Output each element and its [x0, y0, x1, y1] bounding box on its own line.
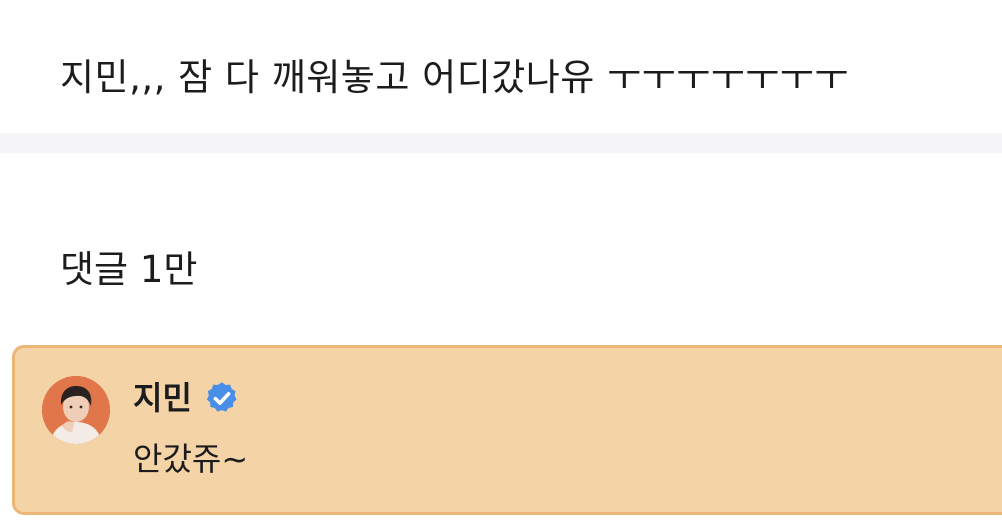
- avatar[interactable]: [42, 376, 110, 444]
- comments-count-header: 댓글 1만: [60, 248, 198, 291]
- section-divider: [0, 133, 1002, 153]
- pinned-comment-card[interactable]: 지민 안갔쥬~: [12, 345, 1002, 515]
- avatar-image: [42, 376, 110, 444]
- comment-author-row: 지민: [133, 375, 240, 421]
- comment-author-name[interactable]: 지민: [133, 375, 192, 421]
- comment-text: 안갔쥬~: [133, 440, 249, 478]
- verified-check-icon: [206, 382, 237, 412]
- post-text: 지민,,, 잠 다 깨워놓고 어디갔나유 ㅜㅜㅜㅜㅜㅜㅜ: [60, 56, 849, 99]
